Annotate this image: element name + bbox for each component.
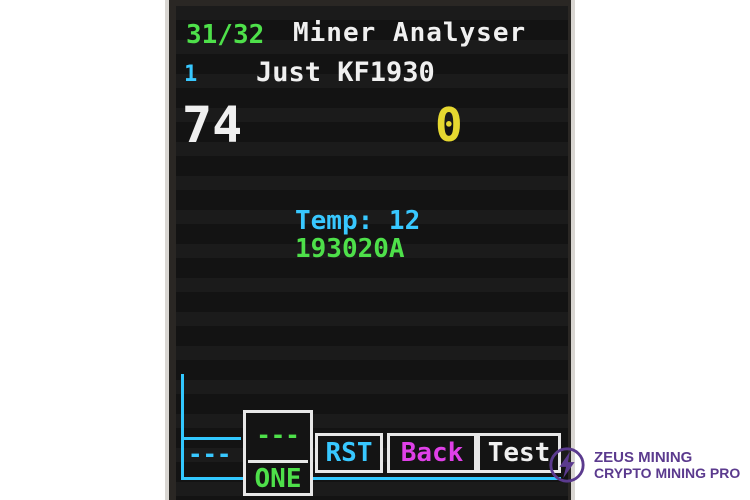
progress-counter: 31/32 xyxy=(186,20,265,50)
softkey-dashes-left: --- xyxy=(188,440,232,468)
ok-count-value: 74 xyxy=(182,96,243,154)
lightning-bolt-icon xyxy=(549,447,585,483)
photo-stage: 31/32 Miner Analyser 1 Just KF1930 74 0 … xyxy=(0,0,750,500)
logo-wordmark: ZEUS MINING CRYPTO MINING PRO xyxy=(594,450,740,480)
mode-selector-one[interactable]: --- ONE xyxy=(243,410,313,496)
back-button[interactable]: Back xyxy=(387,433,477,473)
chain-index: 1 xyxy=(184,62,198,87)
lcd-screen: 31/32 Miner Analyser 1 Just KF1930 74 0 … xyxy=(176,6,568,500)
chip-model-label: Just KF1930 xyxy=(256,57,435,88)
mode-selector-label: ONE xyxy=(248,460,308,492)
logo-line-1: ZEUS MINING xyxy=(594,448,693,466)
mode-selector-dashes: --- xyxy=(256,421,300,449)
rst-button[interactable]: RST xyxy=(315,433,383,473)
softkey-frame-bottom xyxy=(181,477,561,480)
logo-line-2: CRYPTO MINING PRO xyxy=(594,464,741,481)
date-code: 193020A xyxy=(295,234,405,264)
softkey-frame-vertical xyxy=(181,374,184,480)
error-count-value: 0 xyxy=(435,98,463,152)
zeus-mining-logo: ZEUS MINING CRYPTO MINING PRO xyxy=(548,446,740,484)
temperature-readout: Temp: 12 xyxy=(295,206,421,236)
app-title: Miner Analyser xyxy=(293,18,527,48)
